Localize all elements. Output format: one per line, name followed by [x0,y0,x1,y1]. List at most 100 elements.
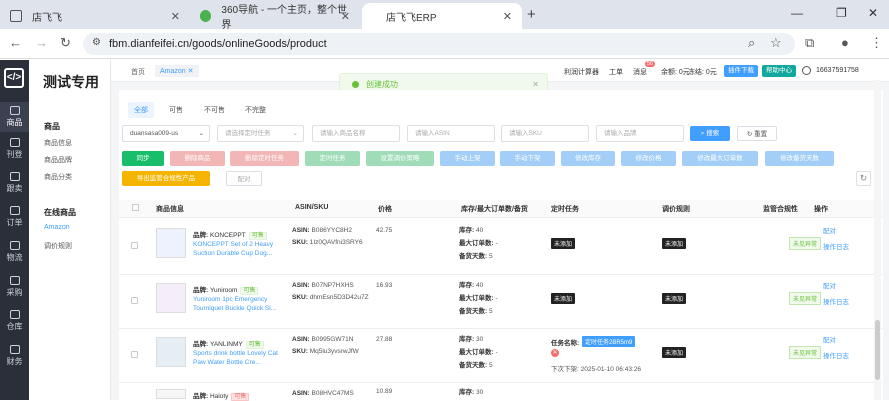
help-center-button[interactable]: 帮助中心 [762,65,796,77]
pair-link[interactable]: 配对 [823,283,836,290]
nav-item-warehouse[interactable]: 仓库 [0,310,29,332]
close-tab-icon[interactable]: ✕ [503,10,512,23]
site-info-icon[interactable]: ⚙ [92,37,101,48]
export-compliance-button[interactable]: 导出监管合规性产品 [122,171,210,186]
ticket-link[interactable]: 工单 [609,67,623,77]
menu-item-category[interactable]: 商品分类 [44,172,72,182]
browser-tab[interactable]: 360导航 - 一个主页，整个世界 ✕ [190,3,360,31]
table-row[interactable]: 品牌: YANLINMY 可售 Sports drink bottle Lovel… [119,329,883,383]
log-link[interactable]: 操作日志 [823,244,849,251]
close-tab-icon[interactable]: ✕ [341,10,350,23]
product-thumbnail[interactable] [156,337,186,367]
reload-icon[interactable]: ↻ [60,35,71,51]
product-title-link[interactable]: Yuniroom 1pc Emergency Tourniquet Buckle… [193,295,283,313]
close-window-icon[interactable]: ✕ [868,6,878,20]
edit-max-order-button[interactable]: 修改最大订单数 [682,151,758,166]
asin-input[interactable]: 请输入ASIN [407,125,495,142]
store-select[interactable]: duansasa009-us ⌄ [122,125,210,142]
product-thumbnail[interactable] [156,228,186,258]
menu-icon[interactable]: ⋮ [870,35,883,51]
sync-button[interactable]: 同步 [122,151,164,166]
nav-item-follow[interactable]: 跟卖 [0,172,29,194]
reset-button[interactable]: ↻ 重置 [737,126,777,141]
page-scrollbar[interactable] [874,80,881,400]
task-name-tag[interactable]: 定时任务2BR5m9 [582,336,636,347]
delete-task-icon[interactable]: ✕ [551,349,559,357]
status-tab-incomplete[interactable]: 不完整 [239,102,272,118]
nav-item-goods[interactable]: 商品 [0,102,29,132]
manual-list-button[interactable]: 手动上架 [440,151,495,166]
sku-input[interactable]: 请输入SKU [501,125,589,142]
extensions-icon[interactable]: ⧉ [805,35,814,51]
user-phone[interactable]: 16637591758 [816,67,859,74]
close-icon[interactable]: ✕ [188,68,194,75]
bookmark-star-icon[interactable]: ☆ [770,35,782,51]
edit-stock-button[interactable]: 修改库存 [561,151,615,166]
scrollbar-thumb[interactable] [875,320,880,380]
menu-item-price-rule[interactable]: 调价规则 [44,241,72,251]
close-toast-icon[interactable]: ✕ [532,80,539,89]
url-field[interactable]: ⚙ fbm.dianfeifei.cn/goods/onlineGoods/pr… [83,33,795,55]
row-checkbox[interactable] [131,297,138,304]
status-tab-unsellable[interactable]: 不可售 [198,102,231,118]
table-row[interactable]: 品牌: Haloty 可售 ASIN: B08HVC47MS 10.89 库存: … [119,383,883,401]
task-select[interactable]: 请选择定时任务 ⌄ [217,125,304,142]
refresh-icon[interactable]: ↻ [856,171,871,186]
pair-link[interactable]: 配对 [823,337,836,344]
close-tab-icon[interactable]: ✕ [171,10,180,23]
select-all-checkbox[interactable] [132,204,139,211]
price-value[interactable]: 16.93 [376,282,392,289]
search-button[interactable]: ⌕ 搜索 [690,126,730,141]
nav-item-listing[interactable]: 刊登 [0,138,29,160]
product-title-link[interactable]: Sports drink bottle Lovely Cat Paw Water… [193,349,283,367]
message-link[interactable]: 消息 [633,67,647,77]
nav-item-logistics[interactable]: 物流 [0,241,29,263]
price-value[interactable]: 10.89 [376,388,392,395]
edit-price-button[interactable]: 修改价格 [621,151,676,166]
menu-item-brand[interactable]: 商品品牌 [44,155,72,165]
new-tab-icon[interactable]: + [527,6,536,23]
col-price[interactable]: 价格 [378,204,392,214]
brand-input[interactable]: 请输入品牌 [596,125,684,142]
browser-tab[interactable]: 店飞飞 ✕ [0,3,190,29]
page-tab-amazon[interactable]: Amazon ✕ [155,65,199,77]
timed-task-button[interactable]: 定时任务 [305,151,360,166]
nav-item-orders[interactable]: 订单 [0,206,29,228]
table-row[interactable]: 品牌: KONCEPPT 可售 KONCEPPT Set of 2 Heavy S… [119,220,883,275]
profit-calculator-link[interactable]: 利润计算器 [564,67,599,77]
status-tab-all[interactable]: 全部 [128,102,154,118]
pair-link[interactable]: 配对 [823,228,836,235]
restore-icon[interactable]: ❐ [836,6,847,20]
menu-item-amazon[interactable]: Amazon [44,224,70,231]
manual-delist-button[interactable]: 手动下架 [500,151,555,166]
row-checkbox[interactable] [131,242,138,249]
price-value[interactable]: 42.75 [376,227,392,234]
product-thumbnail[interactable] [156,283,186,313]
product-title-link[interactable]: KONCEPPT Set of 2 Heavy Suction Durable … [193,240,283,258]
browser-tab-active[interactable]: 店飞飞ERP ✕ [362,3,522,29]
log-link[interactable]: 操作日志 [823,299,849,306]
status-tab-sellable[interactable]: 可售 [163,102,189,118]
product-name-input[interactable]: 请输入商品名称 [312,125,400,142]
delete-goods-button[interactable]: 删除商品 [170,151,225,166]
user-avatar[interactable] [802,66,811,75]
minimize-icon[interactable]: — [791,6,803,20]
edit-prep-days-button[interactable]: 修改备货天数 [765,151,834,166]
back-icon[interactable]: ← [9,35,22,50]
nav-item-finance[interactable]: 财务 [0,345,29,367]
set-price-strategy-button[interactable]: 设置调价策略 [366,151,434,166]
row-checkbox[interactable] [131,351,138,358]
profile-icon[interactable]: ● [841,35,849,50]
forward-icon[interactable]: → [35,35,48,50]
plugin-download-button[interactable]: 插件下载 [724,65,758,77]
nav-item-purchase[interactable]: 采购 [0,276,29,298]
zoom-icon[interactable]: ⌕ [748,35,755,51]
table-row[interactable]: 品牌: Yuniroom 可售 Yuniroom 1pc Emergency To… [119,275,883,329]
price-value[interactable]: 27.88 [376,336,392,343]
page-tab-home[interactable]: 首页 [126,65,150,79]
pair-button[interactable]: 配对 [226,171,262,186]
product-thumbnail[interactable] [156,389,186,399]
menu-item-goods-info[interactable]: 商品信息 [44,138,72,148]
delete-task-button[interactable]: 删除定时任务 [230,151,299,166]
log-link[interactable]: 操作日志 [823,353,849,360]
